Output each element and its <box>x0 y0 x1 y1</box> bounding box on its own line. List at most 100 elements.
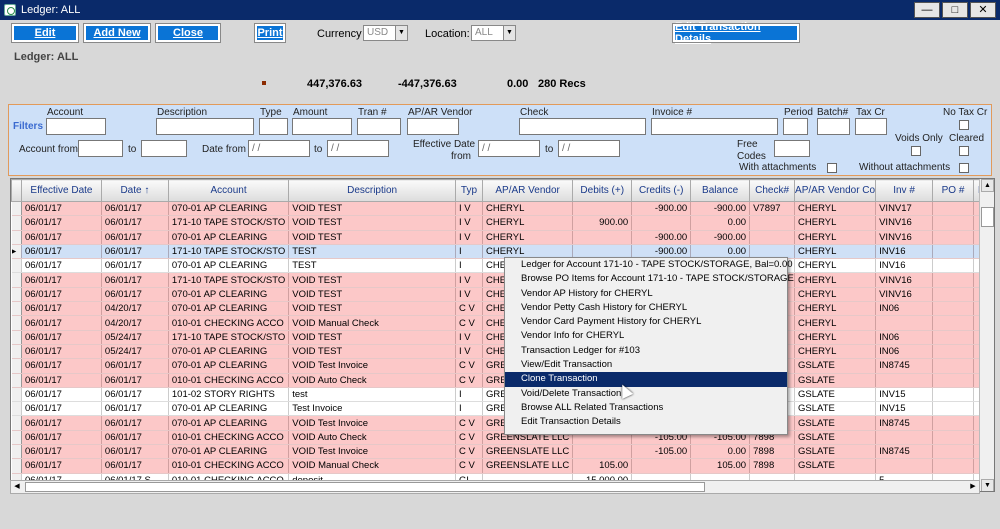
vendor-filter-input[interactable] <box>407 118 459 135</box>
description-filter-input[interactable] <box>156 118 254 135</box>
column-header[interactable]: Date ↑ <box>100 179 169 202</box>
table-row[interactable]: ▸ 06/01/17 06/01/17 171-10 TAPE STOCK/STO TE… <box>11 244 994 260</box>
with-attachments-checkbox[interactable] <box>827 163 837 173</box>
row-indicator[interactable] <box>11 444 22 460</box>
row-indicator[interactable] <box>11 215 22 231</box>
without-attachments-checkbox[interactable] <box>959 163 969 173</box>
context-menu-item[interactable]: Browse ALL Related Transactions <box>505 401 787 415</box>
context-menu-item[interactable]: Ledger for Account 171-10 - TAPE STOCK/S… <box>505 258 793 272</box>
column-header[interactable]: Inv # <box>875 179 934 202</box>
column-header[interactable]: Description <box>288 179 456 202</box>
invoice-filter-input[interactable] <box>651 118 778 135</box>
context-menu-item[interactable]: Vendor Info for CHERYL <box>505 329 787 343</box>
context-menu-item[interactable]: Void/Delete Transaction <box>505 387 787 401</box>
location-select[interactable]: ALL ▼ <box>471 25 516 41</box>
check-filter-input[interactable] <box>519 118 646 135</box>
add-new-button[interactable]: Add New <box>83 23 151 43</box>
table-row[interactable]: 06/01/17 06/01/17 070-01 AP CLEARING VOID T… <box>11 287 994 303</box>
table-row[interactable]: 06/01/17 06/01/17 101-02 STORY RIGHTS test I… <box>11 387 994 403</box>
row-indicator[interactable] <box>11 358 22 374</box>
horizontal-scrollbar[interactable]: ◀ ▶ <box>10 480 980 494</box>
table-row[interactable]: 06/01/17 06/01/17 171-10 TAPE STOCK/STO VOI… <box>11 272 994 288</box>
batch-filter-input[interactable] <box>817 118 850 135</box>
edit-button[interactable]: Edit <box>11 23 79 43</box>
account-from-input[interactable] <box>78 140 123 157</box>
row-indicator[interactable] <box>11 272 22 288</box>
context-menu-item[interactable]: Transaction Ledger for #103 <box>505 344 787 358</box>
table-row[interactable]: 06/01/17 06/01/17 070-01 AP CLEARING VOID T… <box>11 358 994 374</box>
column-header[interactable]: Effective Date <box>20 179 102 202</box>
row-indicator[interactable] <box>11 458 22 474</box>
date-to-input[interactable]: / / <box>327 140 389 157</box>
context-menu-item[interactable]: Vendor Card Payment History for CHERYL <box>505 315 787 329</box>
column-header[interactable]: Balance <box>690 179 751 202</box>
row-indicator[interactable] <box>11 201 22 217</box>
scroll-down-icon[interactable]: ▼ <box>981 479 994 491</box>
edit-transaction-details-button[interactable]: Edit Transaction Details <box>672 21 800 45</box>
column-header[interactable]: AP/AR Vendor Co <box>794 179 877 202</box>
scroll-left-icon[interactable]: ◀ <box>11 481 23 493</box>
context-menu-item[interactable]: Clone Transaction <box>505 372 787 387</box>
table-row[interactable]: 06/01/17 06/01/17 070-01 AP CLEARING TEST I C… <box>11 258 994 274</box>
period-filter-input[interactable] <box>783 118 808 135</box>
cleared-checkbox[interactable] <box>959 146 969 156</box>
row-indicator[interactable] <box>11 387 22 403</box>
tran-filter-input[interactable] <box>357 118 401 135</box>
table-row[interactable]: 06/01/17 06/01/17 070-01 AP CLEARING VOID T… <box>11 201 994 217</box>
currency-select[interactable]: USD ▼ <box>363 25 408 41</box>
effective-from-input[interactable]: / / <box>478 140 540 157</box>
table-row[interactable]: 06/01/17 06/01/17 010-01 CHECKING ACCO VOID… <box>11 373 994 388</box>
date-from-input[interactable]: / / <box>248 140 310 157</box>
column-header[interactable]: Check# <box>749 179 796 202</box>
row-indicator[interactable] <box>11 430 22 446</box>
context-menu-item[interactable]: View/Edit Transaction <box>505 358 787 372</box>
scroll-up-icon[interactable]: ▲ <box>981 179 994 192</box>
taxcr-filter-input[interactable] <box>855 118 887 135</box>
table-row[interactable]: 06/01/17 06/01/17 010-01 CHECKING ACCO VOID… <box>11 430 994 446</box>
amount-filter-input[interactable] <box>292 118 352 135</box>
column-header[interactable]: Account <box>167 179 290 202</box>
maximize-icon[interactable]: □ <box>942 2 968 18</box>
effective-to-input[interactable]: / / <box>558 140 620 157</box>
voidsonly-checkbox[interactable] <box>911 146 921 156</box>
scroll-thumb[interactable] <box>981 207 994 227</box>
row-indicator[interactable] <box>11 415 22 431</box>
column-header[interactable]: Debits (+) <box>572 179 633 202</box>
table-row[interactable]: 06/01/17 05/24/17 070-01 AP CLEARING VOID T… <box>11 344 994 360</box>
table-row[interactable]: 06/01/17 04/20/17 010-01 CHECKING ACCO VOID… <box>11 315 994 331</box>
context-menu-item[interactable]: Vendor AP History for CHERYL <box>505 287 787 301</box>
row-indicator[interactable] <box>11 344 22 360</box>
table-row[interactable]: 06/01/17 05/24/17 171-10 TAPE STOCK/STO VOI… <box>11 330 994 345</box>
table-row[interactable]: 06/01/17 06/01/17 070-01 AP CLEARING VOID T… <box>11 415 994 431</box>
scroll-right-icon[interactable]: ▶ <box>967 481 979 493</box>
free-codes-input[interactable] <box>774 140 810 157</box>
account-filter-input[interactable] <box>46 118 106 135</box>
row-indicator[interactable] <box>11 373 22 388</box>
table-row[interactable]: 06/01/17 06/01/17 171-10 TAPE STOCK/STO VOI… <box>11 215 994 231</box>
table-row[interactable]: 06/01/17 06/01/17 070-01 AP CLEARING VOID T… <box>11 444 994 460</box>
row-indicator[interactable]: ▸ <box>11 244 22 260</box>
print-button[interactable]: Print <box>254 23 286 43</box>
table-row[interactable]: 06/01/17 06/01/17 070-01 AP CLEARING VOID T… <box>11 230 994 245</box>
context-menu-item[interactable]: Vendor Petty Cash History for CHERYL <box>505 301 787 315</box>
type-filter-input[interactable] <box>259 118 288 135</box>
hscroll-thumb[interactable] <box>25 482 705 492</box>
column-header[interactable]: Typ <box>455 179 483 202</box>
close-button[interactable]: Close <box>155 23 221 43</box>
row-indicator[interactable] <box>11 230 22 245</box>
minimize-icon[interactable]: — <box>914 2 940 18</box>
column-header[interactable]: Credits (-) <box>631 179 692 202</box>
row-indicator[interactable] <box>11 330 22 345</box>
row-indicator[interactable] <box>11 287 22 303</box>
row-indicator[interactable] <box>11 301 22 317</box>
table-row[interactable]: 06/01/17 06/01/17 010-01 CHECKING ACCO VOID… <box>11 458 994 474</box>
ledger-grid[interactable]: Effective Date Date ↑ Account Description Ty… <box>10 178 995 492</box>
context-menu-item[interactable]: Edit Transaction Details <box>505 415 787 429</box>
row-indicator[interactable] <box>11 258 22 274</box>
context-menu-item[interactable]: Browse PO Items for Account 171-10 - TAP… <box>505 272 794 286</box>
row-indicator[interactable] <box>11 401 22 417</box>
notaxcr-checkbox[interactable] <box>959 120 969 130</box>
column-header[interactable]: AP/AR Vendor <box>481 179 574 202</box>
vertical-scrollbar[interactable]: ▲ ▼ <box>979 179 994 491</box>
column-header[interactable]: PO # <box>932 179 974 202</box>
